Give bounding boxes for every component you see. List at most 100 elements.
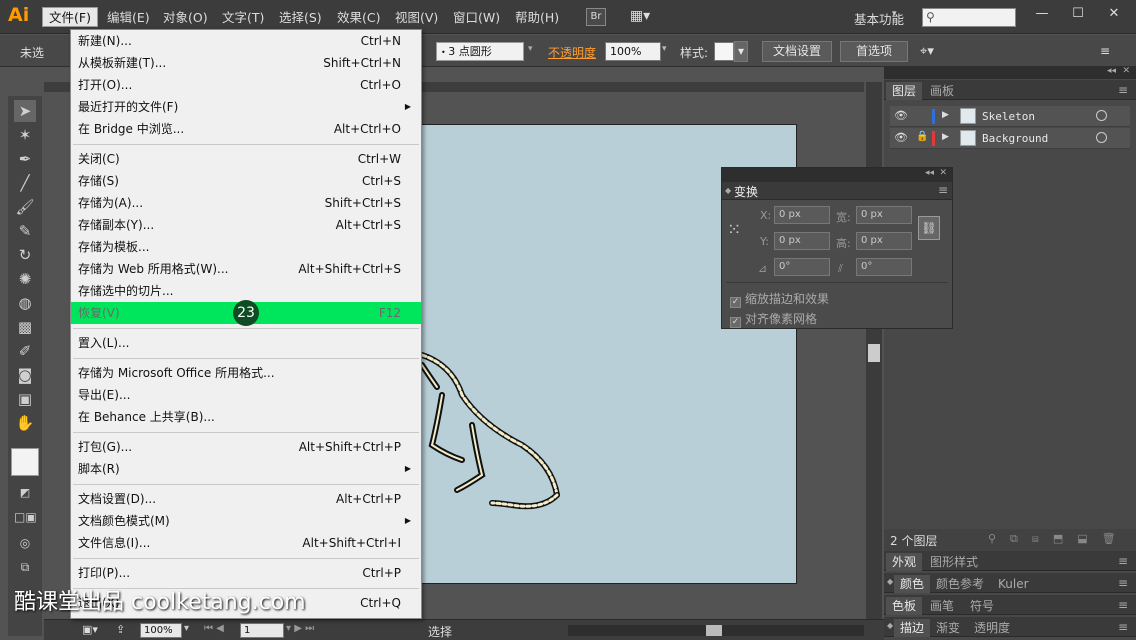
menu-select[interactable]: 选择(S)	[273, 8, 328, 28]
scrollbar-thumb[interactable]	[706, 625, 722, 636]
panel-menu-icon[interactable]: ≡	[1100, 44, 1110, 58]
lock-icon[interactable]: 🔒	[916, 131, 928, 142]
layer-row-background[interactable]: 👁 🔒 ▶ Background	[890, 128, 1130, 149]
scale-strokes-checkbox[interactable]: ✓ 缩放描边和效果	[730, 290, 829, 308]
menu-view[interactable]: 视图(V)	[389, 8, 444, 28]
panel-menu-icon[interactable]: ≡	[1118, 598, 1128, 612]
height-input[interactable]: 0 px	[856, 232, 912, 250]
shear-input[interactable]: 0°	[856, 258, 912, 276]
collapse-icon[interactable]: ◂◂	[925, 168, 934, 178]
menu-item-save-copy[interactable]: 存储副本(Y)... Alt+Ctrl+S	[71, 214, 421, 236]
share-icon[interactable]: ⇪	[116, 623, 125, 636]
chevron-down-icon[interactable]: ▾	[892, 9, 897, 19]
target-circle-icon[interactable]	[1096, 132, 1107, 143]
last-page-icon[interactable]: ▾ ▶ ⏭	[286, 623, 314, 634]
tab-artboards[interactable]: 画板	[924, 82, 960, 100]
reference-point-icon[interactable]: ⁙	[727, 220, 741, 240]
expand-toggle-icon[interactable]: ◆	[725, 186, 731, 195]
expand-arrow-icon[interactable]: ▶	[942, 110, 949, 120]
visibility-eye-icon[interactable]: 👁	[894, 131, 908, 144]
document-setup-button[interactable]: 文档设置	[762, 41, 832, 62]
layer-actions-icons[interactable]: ⚲⧉⧈⬒⬓🗑	[988, 532, 1130, 546]
menu-item-browse-in-bridge[interactable]: 在 Bridge 中浏览... Alt+Ctrl+O	[71, 118, 421, 140]
transform-title[interactable]: 变换	[734, 183, 758, 200]
rotate-tool-icon[interactable]: ↻	[14, 244, 36, 266]
hand-tool-icon[interactable]: ✋	[14, 412, 36, 434]
panel-menu-icon[interactable]: ≡	[1118, 554, 1128, 568]
visibility-eye-icon[interactable]: 👁	[894, 109, 908, 122]
menu-edit[interactable]: 编辑(E)	[101, 8, 156, 28]
expand-toggle-icon[interactable]: ◆	[887, 577, 893, 586]
artboard-tool-icon[interactable]: ▣	[14, 388, 36, 410]
collapse-icon[interactable]: ◂◂	[1107, 66, 1116, 76]
constrain-link-icon[interactable]: ⛓	[918, 216, 940, 240]
tab-stroke[interactable]: 描边	[894, 619, 931, 637]
minimize-button[interactable]: —	[1026, 3, 1058, 25]
tab-kuler[interactable]: Kuler	[992, 575, 1035, 593]
menu-object[interactable]: 对象(O)	[157, 8, 214, 28]
mesh-tool-icon[interactable]: ▩	[14, 316, 36, 338]
menu-item-file-info[interactable]: 文件信息(I)... Alt+Shift+Ctrl+I	[71, 532, 421, 554]
menu-item-save-as-template[interactable]: 存储为模板...	[71, 236, 421, 258]
pen-tool-icon[interactable]: ✒	[14, 148, 36, 170]
first-page-icon[interactable]: ⏮ ◀	[204, 623, 224, 634]
isolate-icon[interactable]: ⌖▾	[920, 44, 934, 59]
tab-graphic-styles[interactable]: 图形样式	[924, 553, 984, 571]
x-input[interactable]: 0 px	[774, 206, 830, 224]
tab-symbols[interactable]: 符号	[964, 597, 1000, 615]
menu-item-close[interactable]: 关闭(C) Ctrl+W	[71, 148, 421, 170]
opacity-label[interactable]: 不透明度	[548, 44, 596, 61]
panel-menu-icon[interactable]: ≡	[938, 183, 948, 197]
fill-swatch[interactable]	[11, 448, 39, 476]
close-icon[interactable]: ✕	[1122, 66, 1130, 76]
tab-color[interactable]: 颜色	[894, 575, 931, 593]
tab-color-guide[interactable]: 颜色参考	[930, 575, 990, 593]
menu-item-share-behance[interactable]: 在 Behance 上共享(B)...	[71, 406, 421, 428]
target-circle-icon[interactable]	[1096, 110, 1107, 121]
tab-appearance[interactable]: 外观	[886, 553, 923, 571]
menu-item-export[interactable]: 导出(E)...	[71, 384, 421, 406]
menu-help[interactable]: 帮助(H)	[509, 8, 565, 28]
shape-builder-tool-icon[interactable]: ◍	[14, 292, 36, 314]
panel-menu-icon[interactable]: ≡	[1118, 620, 1128, 634]
menu-window[interactable]: 窗口(W)	[447, 8, 506, 28]
menu-item-save[interactable]: 存储(S) Ctrl+S	[71, 170, 421, 192]
search-input[interactable]: ⚲	[922, 8, 1016, 27]
rotate-input[interactable]: 0°	[774, 258, 830, 276]
menu-file[interactable]: 文件(F)	[42, 7, 98, 27]
panel-menu-icon[interactable]: ≡	[1118, 83, 1128, 97]
bridge-button[interactable]: Br	[586, 8, 606, 26]
brush-select[interactable]: • 3 点圆形	[436, 42, 524, 61]
menu-item-save-for-office[interactable]: 存储为 Microsoft Office 所用格式...	[71, 362, 421, 384]
tab-gradient[interactable]: 渐变	[930, 619, 966, 637]
tab-brushes[interactable]: 画笔	[924, 597, 960, 615]
chevron-down-icon[interactable]: ▾	[662, 44, 667, 54]
align-pixel-grid-checkbox[interactable]: ✓ 对齐像素网格	[730, 310, 817, 328]
tab-transparency[interactable]: 透明度	[968, 619, 1016, 637]
menu-item-save-selected-slices[interactable]: 存储选中的切片...	[71, 280, 421, 302]
vertical-scrollbar[interactable]	[866, 82, 882, 622]
magic-wand-tool-icon[interactable]: ✶	[14, 124, 36, 146]
menu-item-document-setup[interactable]: 文档设置(D)... Alt+Ctrl+P	[71, 488, 421, 510]
maximize-button[interactable]: ☐	[1062, 3, 1094, 25]
menu-item-new[interactable]: 新建(N)... Ctrl+N	[71, 30, 421, 52]
chevron-down-icon[interactable]: ▾	[734, 41, 748, 62]
selection-tool-icon[interactable]: ➤	[14, 100, 36, 122]
menu-item-print[interactable]: 打印(P)... Ctrl+P	[71, 562, 421, 584]
menu-item-scripts[interactable]: 脚本(R) ▶	[71, 458, 421, 480]
warp-tool-icon[interactable]: ✺	[14, 268, 36, 290]
close-button[interactable]: ✕	[1098, 3, 1130, 25]
layer-row-skeleton[interactable]: 👁 ▶ Skeleton	[890, 106, 1130, 127]
expand-arrow-icon[interactable]: ▶	[942, 132, 949, 142]
zoom-input[interactable]: 100%	[140, 623, 182, 638]
y-input[interactable]: 0 px	[774, 232, 830, 250]
menu-item-package[interactable]: 打包(G)... Alt+Shift+Ctrl+P	[71, 436, 421, 458]
eyedropper-tool-icon[interactable]: ✐	[14, 340, 36, 362]
preferences-button[interactable]: 首选项	[840, 41, 908, 62]
menu-item-save-as[interactable]: 存储为(A)... Shift+Ctrl+S	[71, 192, 421, 214]
blob-brush-tool-icon[interactable]: ✎	[14, 220, 36, 242]
paintbrush-tool-icon[interactable]: 🖌	[14, 196, 36, 218]
width-input[interactable]: 0 px	[856, 206, 912, 224]
opacity-input[interactable]: 100%	[605, 42, 661, 61]
tab-swatches[interactable]: 色板	[886, 597, 923, 615]
